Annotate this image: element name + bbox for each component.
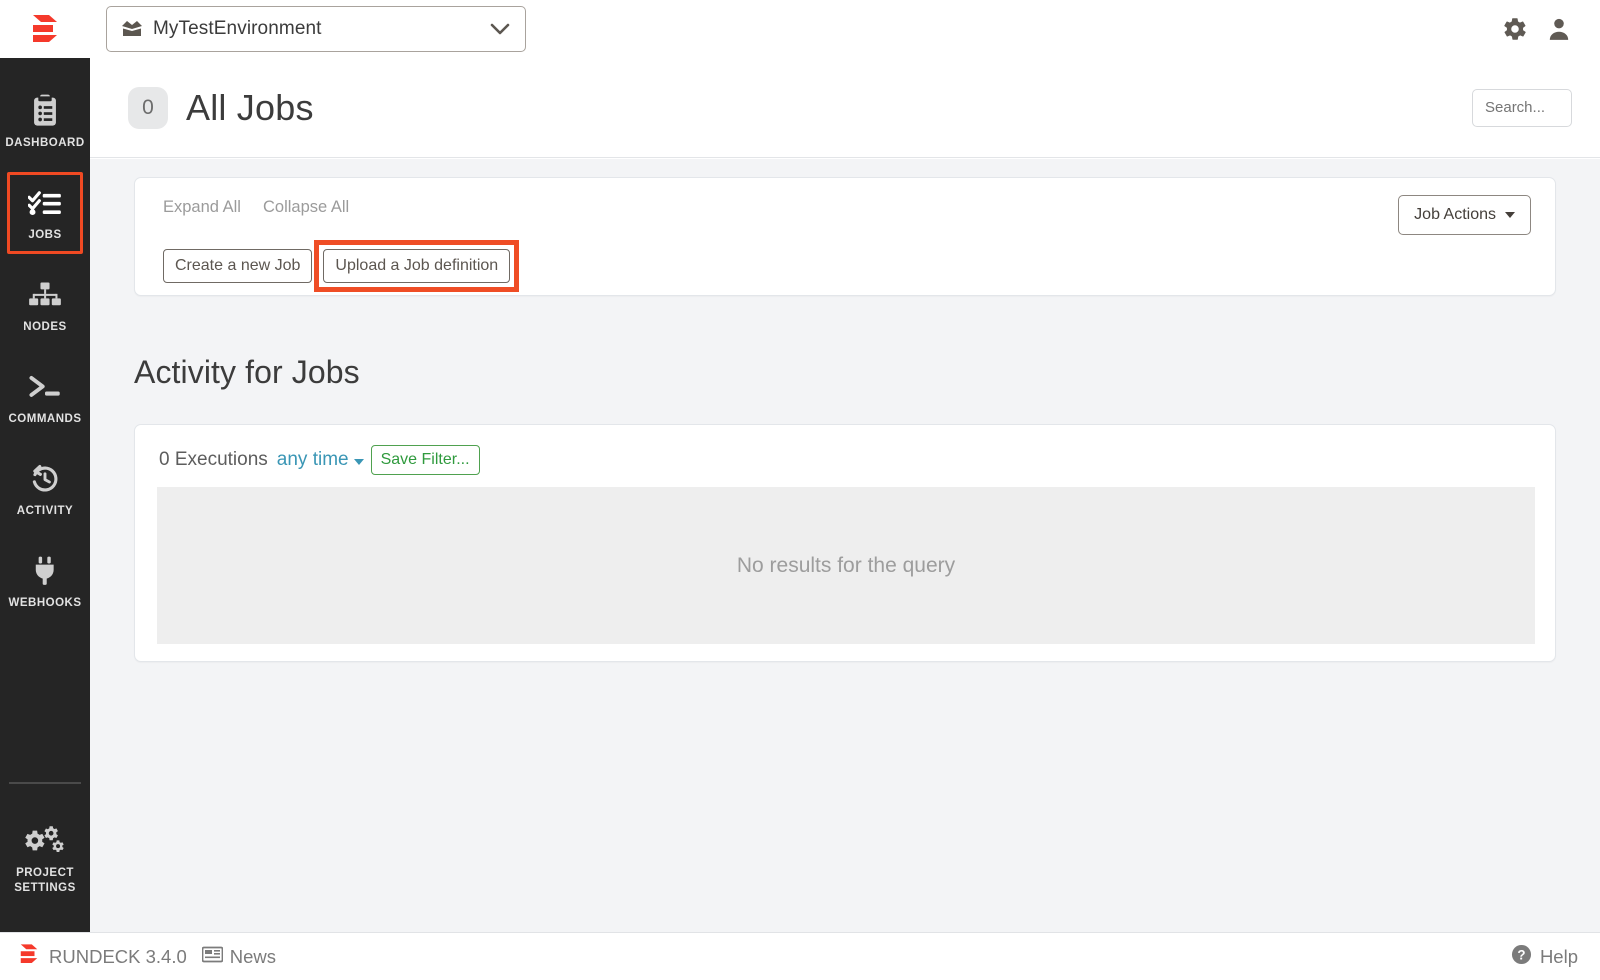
sidebar-nav: DASHBOARD JOBS NODES COMMANDS ACTIVITY W… — [0, 58, 90, 932]
sidebar-item-nodes[interactable]: NODES — [7, 264, 83, 346]
upload-job-highlight: Upload a Job definition — [314, 240, 520, 292]
sidebar-item-label: WEBHOOKS — [8, 597, 82, 609]
footer-news-link[interactable]: News — [201, 945, 277, 968]
sidebar-item-label: NODES — [23, 321, 67, 333]
job-buttons-row: Create a new Job Upload a Job definition — [163, 240, 520, 292]
history-clock-icon — [29, 461, 61, 497]
topbar-actions — [1502, 16, 1600, 42]
caret-down-icon — [1505, 212, 1515, 218]
create-new-job-button[interactable]: Create a new Job — [163, 249, 313, 283]
news-icon — [201, 946, 224, 968]
footer-bar: RUNDECK 3.4.0 News ? Help — [0, 932, 1600, 980]
expand-collapse-row: Expand All Collapse All — [163, 198, 1531, 217]
sidebar-item-commands[interactable]: COMMANDS — [7, 356, 83, 438]
checklist-icon — [28, 185, 62, 221]
svg-text:?: ? — [1517, 947, 1525, 962]
sidebar-divider — [9, 782, 81, 784]
terminal-prompt-icon — [28, 369, 62, 405]
rundeck-app: MyTestEnvironment DASHBOARD JOBS NODES C… — [0, 0, 1600, 980]
activity-card: 0 Executions any time Save Filter... No … — [134, 424, 1556, 662]
page-title: All Jobs — [186, 86, 314, 128]
job-actions-label: Job Actions — [1414, 206, 1496, 223]
executions-filter-row: 0 Executions any time Save Filter... — [135, 425, 1555, 475]
page-header: 0 All Jobs — [90, 58, 1600, 158]
search-input[interactable] — [1472, 88, 1572, 127]
sidebar-item-dashboard[interactable]: DASHBOARD — [5, 80, 85, 162]
top-bar: MyTestEnvironment — [0, 0, 1600, 58]
sidebar-item-jobs[interactable]: JOBS — [7, 172, 83, 254]
question-circle-icon: ? — [1511, 944, 1532, 970]
footer-product-version: RUNDECK 3.4.0 — [49, 945, 187, 967]
footer-news-label: News — [229, 945, 277, 967]
rundeck-logo-icon[interactable] — [0, 12, 90, 46]
expand-all-link[interactable]: Expand All — [163, 198, 241, 217]
jobs-actions-card: Expand All Collapse All Job Actions Crea… — [134, 177, 1556, 296]
sidebar-item-label: COMMANDS — [8, 413, 82, 425]
sidebar-item-label: JOBS — [28, 229, 62, 241]
sidebar-item-label: ACTIVITY — [16, 505, 74, 517]
time-filter-label: any time — [276, 449, 349, 470]
sidebar-item-webhooks[interactable]: WEBHOOKS — [7, 540, 83, 622]
time-filter-dropdown[interactable]: any time — [277, 449, 364, 471]
footer-help-link[interactable]: ? Help — [1511, 944, 1578, 970]
footer-help-label: Help — [1539, 945, 1578, 967]
empty-results-message: No results for the query — [736, 553, 956, 577]
save-filter-button[interactable]: Save Filter... — [370, 445, 480, 475]
empty-results-panel: No results for the query — [157, 487, 1535, 644]
user-icon[interactable] — [1546, 16, 1572, 42]
sidebar-item-project-settings[interactable]: PROJECT SETTINGS — [7, 810, 83, 907]
sidebar-item-activity[interactable]: ACTIVITY — [7, 448, 83, 530]
project-name: MyTestEnvironment — [153, 18, 322, 39]
box-open-icon — [121, 20, 143, 38]
rundeck-logo-icon — [18, 942, 40, 971]
footer-left: RUNDECK 3.4.0 News — [18, 942, 276, 971]
job-actions-button[interactable]: Job Actions — [1398, 195, 1531, 235]
sidebar-item-label-line1: PROJECT — [16, 867, 74, 879]
plug-icon — [31, 553, 59, 589]
sitemap-icon — [28, 277, 62, 313]
sidebar-item-label-line2: SETTINGS — [14, 882, 76, 894]
chevron-down-icon[interactable] — [489, 22, 511, 36]
jobs-count-badge: 0 — [128, 86, 168, 129]
clipboard-list-icon — [30, 93, 60, 129]
main-content: Expand All Collapse All Job Actions Crea… — [90, 159, 1600, 932]
collapse-all-link[interactable]: Collapse All — [263, 198, 349, 217]
caret-down-icon — [353, 458, 364, 465]
upload-job-definition-button[interactable]: Upload a Job definition — [323, 249, 511, 283]
cogs-icon — [25, 823, 65, 859]
executions-count: 0 Executions — [159, 449, 268, 470]
gear-icon[interactable] — [1502, 16, 1528, 42]
activity-section-title: Activity for Jobs — [134, 354, 360, 390]
sidebar-item-label: DASHBOARD — [5, 137, 85, 149]
project-selector[interactable]: MyTestEnvironment — [106, 6, 526, 52]
